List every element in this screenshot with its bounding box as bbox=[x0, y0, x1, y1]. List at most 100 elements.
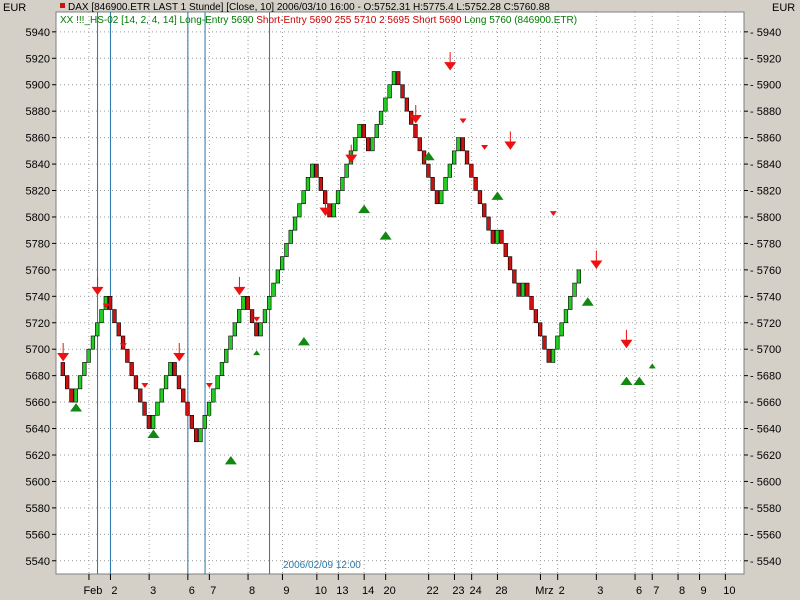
renko-brick-up bbox=[232, 322, 237, 337]
renko-brick-up bbox=[563, 309, 569, 324]
y-tick-label-left: 5720 bbox=[26, 318, 50, 330]
renko-brick-down bbox=[460, 137, 465, 152]
legend-segment-long-exit: Long 5760 (846900.ETR) bbox=[464, 15, 577, 26]
renko-brick-down bbox=[249, 309, 255, 324]
renko-brick-down bbox=[142, 401, 147, 416]
x-tick-label: 8 bbox=[679, 585, 685, 597]
renko-brick-up bbox=[297, 203, 302, 218]
renko-brick-up bbox=[237, 309, 242, 324]
y-tick-label-left: 5900 bbox=[26, 80, 50, 92]
x-tick-label: Mrz bbox=[535, 585, 553, 597]
y-tick-label-right: - 5820 bbox=[750, 186, 781, 198]
y-tick-label-left: 5680 bbox=[26, 371, 50, 383]
y-tick-label-right: - 5580 bbox=[750, 503, 781, 515]
legend-segment-short: Short-Entry 5690 255 5710 2 5695 Short 5… bbox=[256, 15, 464, 26]
y-tick-label-right: - 5540 bbox=[750, 556, 781, 568]
x-tick-label: 14 bbox=[362, 585, 374, 597]
renko-brick-down bbox=[404, 97, 409, 112]
renko-brick-down bbox=[112, 309, 117, 324]
renko-brick-down bbox=[254, 322, 259, 337]
renko-brick-down bbox=[477, 190, 483, 205]
x-tick-label: 2 bbox=[111, 585, 117, 597]
renko-brick-up bbox=[168, 362, 173, 376]
y-axis-right: - 5540 - 5560 - 5580 - 5600 - 5620 - 5640 - 56… bbox=[744, 27, 781, 568]
renko-brick-down bbox=[512, 269, 517, 284]
y-tick-label-left: 5780 bbox=[26, 238, 50, 250]
renko-brick-up bbox=[310, 163, 315, 178]
renko-brick-up bbox=[262, 309, 268, 324]
y-tick-label-right: - 5780 bbox=[750, 238, 781, 250]
renko-brick-down bbox=[189, 415, 194, 429]
renko-brick-down bbox=[361, 124, 366, 138]
renko-brick-up bbox=[344, 163, 349, 178]
y-tick-label-right: - 5880 bbox=[750, 106, 781, 118]
y-tick-label-left: 5540 bbox=[26, 556, 50, 568]
renko-brick-down bbox=[125, 348, 130, 363]
y-tick-label-right: - 5700 bbox=[750, 344, 781, 356]
renko-brick-up bbox=[292, 216, 298, 231]
renko-brick-up bbox=[383, 97, 388, 112]
renko-brick-up bbox=[550, 348, 556, 363]
renko-brick-up bbox=[86, 348, 91, 363]
x-tick-label: 6 bbox=[636, 585, 642, 597]
x-tick-label: 22 bbox=[427, 585, 439, 597]
renko-brick-up bbox=[568, 296, 573, 310]
x-tick-label: 8 bbox=[249, 585, 255, 597]
renko-brick-down bbox=[194, 428, 199, 443]
renko-brick-down bbox=[417, 137, 422, 152]
y-tick-label-left: 5580 bbox=[26, 503, 50, 515]
x-tick-label: 9 bbox=[700, 585, 706, 597]
renko-brick-up bbox=[443, 176, 448, 191]
y-tick-label-left: 5760 bbox=[26, 265, 50, 277]
renko-brick-down bbox=[60, 362, 65, 376]
x-tick-label: 3 bbox=[150, 585, 156, 597]
renko-brick-up bbox=[391, 71, 397, 86]
renko-brick-up bbox=[301, 190, 306, 205]
y-tick-label-left: 5860 bbox=[26, 133, 50, 145]
y-tick-label-left: 5700 bbox=[26, 344, 50, 356]
renko-brick-up bbox=[331, 203, 336, 218]
y-tick-label-right: - 5640 bbox=[750, 424, 781, 436]
renko-brick-down bbox=[542, 335, 547, 350]
x-tick-label: 20 bbox=[384, 585, 396, 597]
renko-brick-up bbox=[387, 84, 392, 99]
corner-label-right: EUR bbox=[772, 2, 795, 14]
renko-brick-up bbox=[305, 176, 311, 191]
renko-brick-up bbox=[151, 415, 156, 429]
renko-brick-up bbox=[211, 388, 216, 403]
renko-brick-down bbox=[172, 362, 177, 376]
renko-brick-up bbox=[494, 229, 500, 244]
x-tick-label: 23 bbox=[452, 585, 464, 597]
renko-brick-down bbox=[507, 256, 513, 271]
renko-brick-up bbox=[370, 137, 375, 152]
renko-brick-down bbox=[129, 362, 134, 376]
y-tick-label-left: 5880 bbox=[26, 106, 50, 118]
legend-marker bbox=[60, 3, 65, 8]
y-tick-label-left: 5840 bbox=[26, 159, 50, 171]
y-tick-label-right: - 5860 bbox=[750, 133, 781, 145]
y-tick-label-left: 5920 bbox=[26, 53, 50, 65]
renko-brick-down bbox=[413, 124, 418, 138]
renko-chart: 5540 5560 5580 5600 5620 5640 5660 5680 5700 5720… bbox=[0, 0, 800, 600]
renko-brick-down bbox=[69, 388, 74, 403]
y-tick-label-left: 5600 bbox=[26, 476, 50, 488]
renko-brick-up bbox=[576, 269, 581, 284]
renko-brick-down bbox=[537, 322, 543, 337]
chart-title: DAX [846900.ETR LAST 1 Stunde] [Close, 1… bbox=[68, 2, 550, 13]
y-tick-label-right: - 5900 bbox=[750, 80, 781, 92]
renko-brick-up bbox=[95, 322, 100, 337]
renko-brick-up bbox=[224, 348, 229, 363]
renko-brick-down bbox=[434, 190, 440, 205]
renko-brick-down bbox=[473, 176, 478, 191]
renko-brick-up bbox=[447, 163, 452, 178]
renko-brick-up bbox=[82, 362, 87, 376]
renko-brick-down bbox=[245, 296, 250, 310]
y-tick-label-right: - 5600 bbox=[750, 476, 781, 488]
renko-brick-down bbox=[65, 375, 70, 390]
y-tick-label-left: 5940 bbox=[26, 27, 50, 39]
cursor-date-label: 2006/02/09 12:00 bbox=[283, 560, 361, 571]
renko-brick-down bbox=[176, 375, 182, 390]
y-tick-label-right: - 5720 bbox=[750, 318, 781, 330]
renko-brick-up bbox=[374, 124, 379, 138]
renko-brick-down bbox=[486, 216, 491, 231]
